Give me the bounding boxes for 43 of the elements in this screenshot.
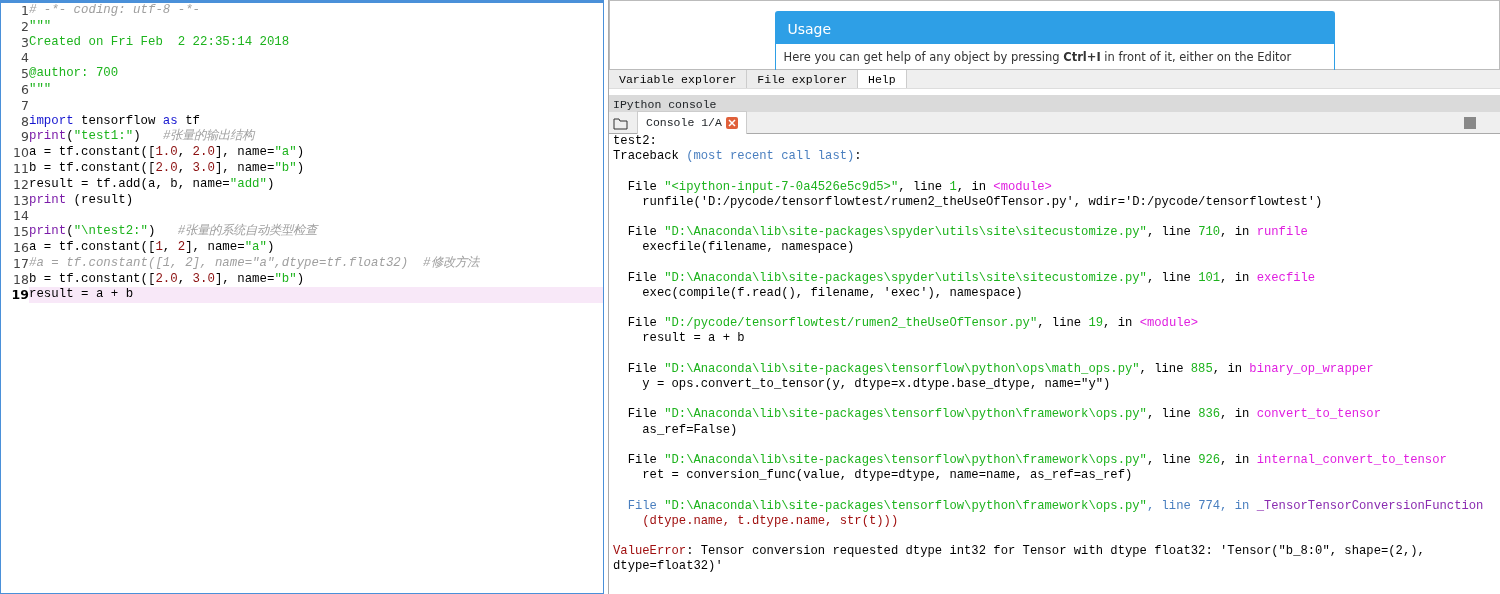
code-line: print (result) bbox=[29, 192, 135, 209]
console-line: result = a + b bbox=[641, 331, 746, 347]
console-line: ValueError: Tensor conversion requested dtype int32 for Tensor with dtype float32: 'Tensor("b_8:0", shape=(2,), bbox=[613, 544, 1426, 560]
console-line: File "D:\Anaconda\lib\site-packages\tensorflow\python\framework\ops.py", line 926, in internal_convert_to_tensor bbox=[626, 452, 1448, 469]
console-line: ret = conversion_func(value, dtype=dtype, name=name, as_ref=as_ref) bbox=[641, 468, 1134, 484]
console-line: test2: bbox=[613, 134, 658, 150]
console-line: runfile('D:/pycode/tensorflowtest/rumen2_theUseOfTensor.py', wdir='D:/pycode/tensorflowtest') bbox=[641, 194, 1324, 210]
console-line: File "D:\Anaconda\lib\site-packages\tensorflow\python\framework\ops.py", line 774, in _TensorTensorConversionFunction bbox=[626, 498, 1485, 514]
code-line: print("\ntest2:") #张量的系统自动类型检查 bbox=[29, 224, 320, 240]
console-line: File "D:\Anaconda\lib\site-packages\spyder\utils\site\sitecustomize.py", line 710, in runfile bbox=[626, 225, 1309, 241]
pane-tab[interactable]: Help bbox=[858, 70, 907, 88]
console-line: File "D:\Anaconda\lib\site-packages\spyder\utils\site\sitecustomize.py", line 101, in execfile bbox=[626, 270, 1317, 286]
code-line: #a = tf.constant([1, 2], name="a",dtype=tf.float32) #修改方法 bbox=[29, 255, 481, 272]
code-line: b = tf.constant([2.0, 3.0], name="b") bbox=[29, 271, 306, 288]
code-line: Created on Fri Feb 2 22:35:14 2018 bbox=[29, 34, 291, 51]
help-text: Here you can get help of any object by pressing Ctrl+I in front of it, either on the Editor bbox=[782, 49, 1293, 64]
code-line: b = tf.constant([2.0, 3.0], name="b") bbox=[29, 160, 306, 177]
code-line: @author: 700 bbox=[29, 66, 120, 82]
code-line: """ bbox=[29, 18, 53, 35]
console-line: dtype=float32)' bbox=[613, 559, 724, 575]
console-line: Traceback (most recent call last): bbox=[613, 149, 863, 165]
console-line: y = ops.convert_to_tensor(y, dtype=x.dtype.base_dtype, name="y") bbox=[641, 377, 1112, 393]
console-line: File "<ipython-input-7-0a4526e5c9d5>", line 1, in <module> bbox=[626, 179, 1053, 195]
console-line: as_ref=False) bbox=[641, 422, 739, 438]
pane-title: IPython console bbox=[609, 95, 1500, 112]
console-line: File "D:\Anaconda\lib\site-packages\tensorflow\python\ops\math_ops.py", line 885, in binary_op_wrapper bbox=[626, 361, 1375, 377]
stop-icon[interactable] bbox=[1464, 116, 1476, 129]
code-line: result = tf.add(a, b, name="add") bbox=[29, 176, 276, 193]
close-icon[interactable] bbox=[725, 117, 738, 129]
console-tab[interactable]: Console 1/A bbox=[637, 111, 747, 134]
console-line: (dtype.name, t.dtype.name, str(t))) bbox=[641, 513, 900, 529]
card-title: Usage bbox=[775, 12, 1334, 44]
code-line: a = tf.constant([1, 2], name="a") bbox=[29, 239, 276, 256]
console-line: File "D:\Anaconda\lib\site-packages\tensorflow\python\framework\ops.py", line 836, in convert_to_tensor bbox=[626, 407, 1382, 423]
folder-icon[interactable] bbox=[613, 115, 629, 130]
console-line: File "D:/pycode/tensorflowtest/rumen2_theUseOfTensor.py", line 19, in <module> bbox=[626, 316, 1200, 332]
console-line: exec(compile(f.read(), filename, 'exec'), namespace) bbox=[641, 285, 1024, 302]
console-line: execfile(filename, namespace) bbox=[641, 240, 856, 256]
code-line: """ bbox=[29, 82, 53, 98]
code-line: a = tf.constant([1.0, 2.0], name="a") bbox=[29, 145, 306, 161]
code-line: print("test1:") #张量的输出结构 bbox=[29, 129, 257, 146]
code-line: import tensorflow as tf bbox=[29, 113, 202, 128]
code-line: # -*- coding: utf-8 -*- bbox=[29, 3, 202, 19]
